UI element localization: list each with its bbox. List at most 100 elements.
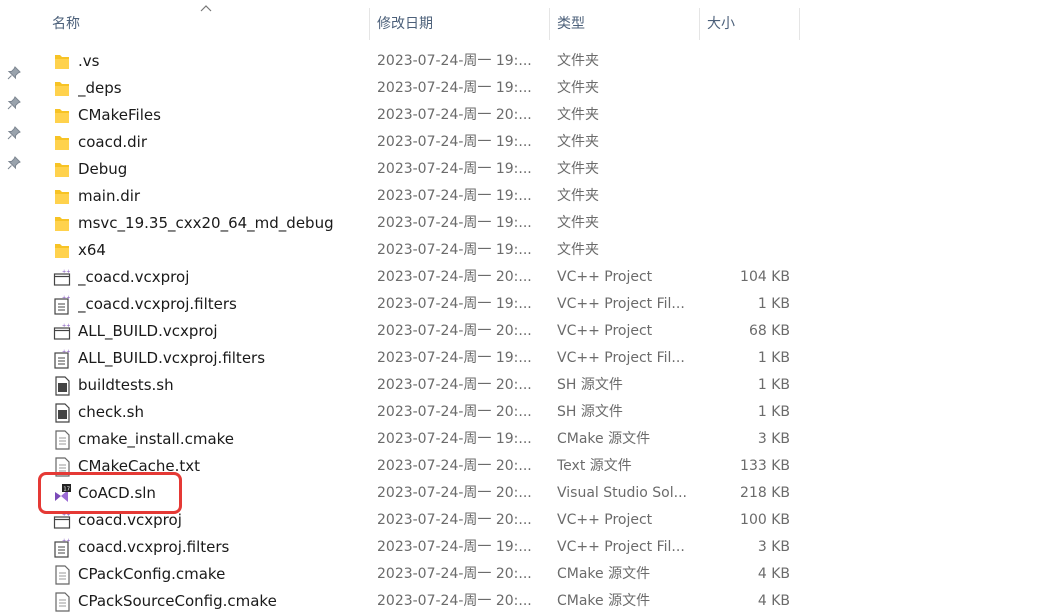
file-type: CMake 源文件 [557, 566, 651, 582]
file-name: msvc_19.35_cxx20_64_md_debug [78, 214, 334, 232]
file-modified-date: 2023-07-24-周一 20:... [377, 593, 532, 609]
filters-icon: ++ [53, 295, 71, 315]
folder-row[interactable]: main.dir 2023-07-24-周一 19:... 文件夹 [44, 183, 804, 210]
sh-file-icon [53, 403, 71, 423]
folder-row[interactable]: .vs 2023-07-24-周一 19:... 文件夹 [44, 48, 804, 75]
file-name: _coacd.vcxproj [78, 268, 190, 286]
column-header-name[interactable]: 名称 [44, 0, 370, 40]
pin-icon[interactable] [7, 126, 21, 140]
folder-icon [53, 160, 71, 180]
folder-icon [53, 187, 71, 207]
file-type: SH 源文件 [557, 377, 623, 393]
file-size [694, 102, 790, 129]
file-row[interactable]: CPackSourceConfig.cmake 2023-07-24-周一 20:… [44, 588, 804, 615]
file-name: buildtests.sh [78, 376, 174, 394]
file-modified-date: 2023-07-24-周一 19:... [377, 431, 532, 447]
vcxproj-icon: ++ [53, 322, 71, 342]
file-type: VC++ Project Fil... [557, 539, 685, 555]
file-modified-date: 2023-07-24-周一 19:... [377, 296, 532, 312]
pin-icon[interactable] [7, 96, 21, 110]
pin-icon[interactable] [7, 156, 21, 170]
file-size: 100 KB [740, 512, 790, 528]
file-name: .vs [78, 52, 100, 70]
file-type: 文件夹 [557, 107, 599, 123]
file-type: 文件夹 [557, 80, 599, 96]
file-name: x64 [78, 241, 106, 259]
column-divider[interactable] [799, 8, 800, 40]
file-modified-date: 2023-07-24-周一 20:... [377, 107, 532, 123]
file-type: VC++ Project Fil... [557, 296, 685, 312]
folder-icon [53, 52, 71, 72]
file-name: coacd.vcxproj.filters [78, 538, 230, 556]
file-type: VC++ Project [557, 323, 653, 339]
file-name: cmake_install.cmake [78, 430, 235, 448]
highlight-box [38, 472, 182, 514]
svg-text:++: ++ [62, 323, 70, 329]
file-row[interactable]: ++ _coacd.vcxproj 2023-07-24-周一 20:... VC++… [44, 264, 804, 291]
text-file-icon [53, 430, 71, 450]
file-type: 文件夹 [557, 215, 599, 231]
folder-icon [53, 214, 71, 234]
text-file-icon [53, 592, 71, 612]
file-size: 1 KB [757, 377, 790, 393]
folder-row[interactable]: coacd.dir 2023-07-24-周一 19:... 文件夹 [44, 129, 804, 156]
file-modified-date: 2023-07-24-周一 19:... [377, 350, 532, 366]
column-header-row: 名称 修改日期 类型 大小 [0, 0, 842, 40]
file-type: VC++ Project [557, 269, 653, 285]
file-size: 1 KB [757, 404, 790, 420]
file-name: coacd.dir [78, 133, 148, 151]
file-size [694, 129, 790, 156]
column-header-size[interactable]: 大小 [699, 0, 799, 40]
file-modified-date: 2023-07-24-周一 20:... [377, 458, 532, 474]
file-modified-date: 2023-07-24-周一 19:... [377, 161, 532, 177]
file-name: main.dir [78, 187, 141, 205]
file-modified-date: 2023-07-24-周一 19:... [377, 188, 532, 204]
column-header-type[interactable]: 类型 [549, 0, 699, 40]
file-row[interactable]: ++ _coacd.vcxproj.filters 2023-07-24-周一 19… [44, 291, 804, 318]
file-size [694, 48, 790, 75]
file-row[interactable]: check.sh 2023-07-24-周一 20:... SH 源文件 1 KB [44, 399, 804, 426]
svg-text:++: ++ [62, 269, 70, 275]
file-modified-date: 2023-07-24-周一 20:... [377, 377, 532, 393]
file-name: ALL_BUILD.vcxproj [78, 322, 218, 340]
sh-file-icon [53, 376, 71, 396]
folder-row[interactable]: msvc_19.35_cxx20_64_md_debug 2023-07-24-周… [44, 210, 804, 237]
file-row[interactable]: CPackConfig.cmake 2023-07-24-周一 20:... CMa… [44, 561, 804, 588]
file-name: Debug [78, 160, 128, 178]
folder-row[interactable]: Debug 2023-07-24-周一 19:... 文件夹 [44, 156, 804, 183]
file-type: CMake 源文件 [557, 593, 651, 609]
file-modified-date: 2023-07-24-周一 19:... [377, 215, 532, 231]
file-type: Text 源文件 [557, 458, 632, 474]
file-size [694, 237, 790, 264]
file-size [694, 183, 790, 210]
file-size [694, 156, 790, 183]
file-modified-date: 2023-07-24-周一 20:... [377, 512, 532, 528]
file-type: 文件夹 [557, 161, 599, 177]
folder-row[interactable]: CMakeFiles 2023-07-24-周一 20:... 文件夹 [44, 102, 804, 129]
file-modified-date: 2023-07-24-周一 19:... [377, 80, 532, 96]
filters-icon: ++ [53, 538, 71, 558]
file-modified-date: 2023-07-24-周一 20:... [377, 323, 532, 339]
file-modified-date: 2023-07-24-周一 19:... [377, 242, 532, 258]
vcxproj-icon: ++ [53, 511, 71, 531]
folder-row[interactable]: x64 2023-07-24-周一 19:... 文件夹 [44, 237, 804, 264]
file-modified-date: 2023-07-24-周一 19:... [377, 134, 532, 150]
column-header-date[interactable]: 修改日期 [369, 0, 549, 40]
file-type: 文件夹 [557, 188, 599, 204]
svg-text:++: ++ [62, 349, 70, 355]
folder-icon [53, 241, 71, 261]
file-row[interactable]: ++ ALL_BUILD.vcxproj.filters 2023-07-24-周一… [44, 345, 804, 372]
file-row[interactable]: ++ coacd.vcxproj.filters 2023-07-24-周一 19:… [44, 534, 804, 561]
file-type: 文件夹 [557, 134, 599, 150]
folder-row[interactable]: _deps 2023-07-24-周一 19:... 文件夹 [44, 75, 804, 102]
file-row[interactable]: buildtests.sh 2023-07-24-周一 20:... SH 源文件 1… [44, 372, 804, 399]
file-size: 218 KB [740, 485, 790, 501]
file-modified-date: 2023-07-24-周一 20:... [377, 269, 532, 285]
file-type: VC++ Project Fil... [557, 350, 685, 366]
file-row[interactable]: ++ ALL_BUILD.vcxproj 2023-07-24-周一 20:... V… [44, 318, 804, 345]
file-size: 3 KB [757, 539, 790, 555]
file-name: CPackConfig.cmake [78, 565, 226, 583]
svg-text:++: ++ [62, 538, 70, 544]
file-row[interactable]: cmake_install.cmake 2023-07-24-周一 19:... C… [44, 426, 804, 453]
pin-icon[interactable] [7, 66, 21, 80]
